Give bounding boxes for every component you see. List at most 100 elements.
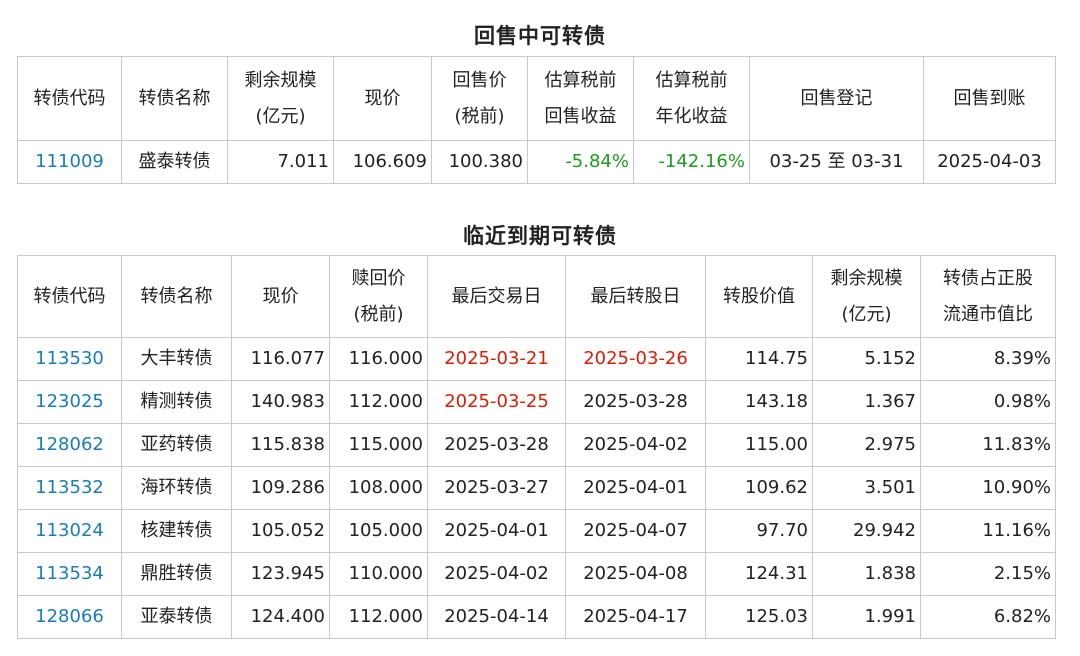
last-trade-date: 2025-04-14 — [427, 595, 566, 639]
bond-name: 鼎胜转债 — [121, 552, 232, 596]
remaining-size: 3.501 — [812, 466, 921, 510]
last-trade-date: 2025-03-27 — [427, 466, 566, 510]
price: 105.052 — [231, 509, 330, 553]
last-convert-date: 2025-03-28 — [565, 380, 706, 424]
redeem-price: 112.000 — [329, 595, 428, 639]
putback-bonds-table: 转债代码 转债名称 剩余规模 (亿元) 现价 回售价 (税前) 估算税前 回售收益 估… — [17, 56, 1056, 184]
redeem-price: 116.000 — [329, 337, 428, 381]
header-last-convert-date: 最后转股日 — [565, 255, 706, 338]
table-row: 113530 大丰转债 116.077 116.000 2025-03-21 2025-0… — [17, 337, 1056, 381]
last-convert-date: 2025-03-26 — [565, 337, 706, 381]
putback-header-row: 转债代码 转债名称 剩余规模 (亿元) 现价 回售价 (税前) 估算税前 回售收益 估… — [17, 56, 1056, 141]
maturity-header-row: 转债代码 转债名称 现价 赎回价 (税前) 最后交易日 最后转股日 转股价值 剩余… — [17, 255, 1056, 338]
bond-code-link[interactable]: 113530 — [17, 337, 122, 381]
last-convert-date: 2025-04-01 — [565, 466, 706, 510]
bond-name: 大丰转债 — [121, 337, 232, 381]
conversion-value: 125.03 — [705, 595, 813, 639]
header-bond-name: 转债名称 — [121, 255, 232, 338]
header-price: 现价 — [333, 56, 432, 141]
market-cap-ratio: 10.90% — [920, 466, 1056, 510]
remaining-size: 1.367 — [812, 380, 921, 424]
price: 123.945 — [231, 552, 330, 596]
putback-settlement: 2025-04-03 — [923, 140, 1056, 184]
last-convert-date: 2025-04-07 — [565, 509, 706, 553]
est-return: -5.84% — [527, 140, 634, 184]
bond-code-link[interactable]: 113534 — [17, 552, 122, 596]
putback-registration: 03-25 至 03-31 — [749, 140, 924, 184]
price: 109.286 — [231, 466, 330, 510]
est-annual-return: -142.16% — [633, 140, 750, 184]
header-conversion-value: 转股价值 — [705, 255, 813, 338]
redeem-price: 108.000 — [329, 466, 428, 510]
market-cap-ratio: 6.82% — [920, 595, 1056, 639]
remaining-size: 1.991 — [812, 595, 921, 639]
redeem-price: 110.000 — [329, 552, 428, 596]
last-convert-date: 2025-04-02 — [565, 423, 706, 467]
conversion-value: 115.00 — [705, 423, 813, 467]
market-cap-ratio: 8.39% — [920, 337, 1056, 381]
price: 106.609 — [333, 140, 432, 184]
market-cap-ratio: 11.83% — [920, 423, 1056, 467]
near-maturity-bonds-table: 转债代码 转债名称 现价 赎回价 (税前) 最后交易日 最后转股日 转股价值 剩余… — [17, 255, 1056, 639]
table-row: 123025 精测转债 140.983 112.000 2025-03-25 2025-0… — [17, 380, 1056, 424]
bond-code-link[interactable]: 111009 — [17, 140, 122, 184]
header-redeem-price: 赎回价 (税前) — [329, 255, 428, 338]
conversion-value: 124.31 — [705, 552, 813, 596]
header-bond-code: 转债代码 — [17, 255, 122, 338]
table-row: 128066 亚泰转债 124.400 112.000 2025-04-14 2025-0… — [17, 595, 1056, 639]
header-est-annual-return: 估算税前 年化收益 — [633, 56, 750, 141]
putback-table-title: 回售中可转债 — [474, 24, 606, 48]
conversion-value: 97.70 — [705, 509, 813, 553]
bond-code-link[interactable]: 123025 — [17, 380, 122, 424]
header-remaining-size: 剩余规模 (亿元) — [812, 255, 921, 338]
maturity-table-body: 113530 大丰转债 116.077 116.000 2025-03-21 2025-0… — [17, 337, 1056, 639]
remaining-size: 7.011 — [227, 140, 334, 184]
market-cap-ratio: 0.98% — [920, 380, 1056, 424]
bond-code-link[interactable]: 113532 — [17, 466, 122, 510]
remaining-size: 2.975 — [812, 423, 921, 467]
header-putback-settlement: 回售到账 — [923, 56, 1056, 141]
price: 115.838 — [231, 423, 330, 467]
header-putback-price: 回售价 (税前) — [431, 56, 528, 141]
bond-name: 亚泰转债 — [121, 595, 232, 639]
table-row: 113532 海环转债 109.286 108.000 2025-03-27 2025-0… — [17, 466, 1056, 510]
last-trade-date: 2025-04-01 — [427, 509, 566, 553]
market-cap-ratio: 2.15% — [920, 552, 1056, 596]
remaining-size: 5.152 — [812, 337, 921, 381]
header-last-trade-date: 最后交易日 — [427, 255, 566, 338]
conversion-value: 114.75 — [705, 337, 813, 381]
last-convert-date: 2025-04-17 — [565, 595, 706, 639]
conversion-value: 109.62 — [705, 466, 813, 510]
last-trade-date: 2025-03-25 — [427, 380, 566, 424]
redeem-price: 112.000 — [329, 380, 428, 424]
last-convert-date: 2025-04-08 — [565, 552, 706, 596]
header-bond-code: 转债代码 — [17, 56, 122, 141]
remaining-size: 1.838 — [812, 552, 921, 596]
header-price: 现价 — [231, 255, 330, 338]
bond-name: 核建转债 — [121, 509, 232, 553]
bond-code-link[interactable]: 128062 — [17, 423, 122, 467]
table-row: 128062 亚药转债 115.838 115.000 2025-03-28 2025-0… — [17, 423, 1056, 467]
putback-price: 100.380 — [431, 140, 528, 184]
bond-code-link[interactable]: 113024 — [17, 509, 122, 553]
bond-name: 亚药转债 — [121, 423, 232, 467]
header-est-return: 估算税前 回售收益 — [527, 56, 634, 141]
bond-code-link[interactable]: 128066 — [17, 595, 122, 639]
redeem-price: 115.000 — [329, 423, 428, 467]
header-market-cap-ratio: 转债占正股 流通市值比 — [920, 255, 1056, 338]
last-trade-date: 2025-04-02 — [427, 552, 566, 596]
bond-name: 海环转债 — [121, 466, 232, 510]
bond-name: 精测转债 — [121, 380, 232, 424]
table-row: 113534 鼎胜转债 123.945 110.000 2025-04-02 2025-0… — [17, 552, 1056, 596]
conversion-value: 143.18 — [705, 380, 813, 424]
header-remaining-size: 剩余规模 (亿元) — [227, 56, 334, 141]
table-row: 111009 盛泰转债 7.011 106.609 100.380 -5.84%… — [17, 140, 1056, 184]
price: 124.400 — [231, 595, 330, 639]
header-bond-name: 转债名称 — [121, 56, 228, 141]
last-trade-date: 2025-03-28 — [427, 423, 566, 467]
market-cap-ratio: 11.16% — [920, 509, 1056, 553]
header-putback-registration: 回售登记 — [749, 56, 924, 141]
table-row: 113024 核建转债 105.052 105.000 2025-04-01 2025-0… — [17, 509, 1056, 553]
price: 140.983 — [231, 380, 330, 424]
bond-name: 盛泰转债 — [121, 140, 228, 184]
